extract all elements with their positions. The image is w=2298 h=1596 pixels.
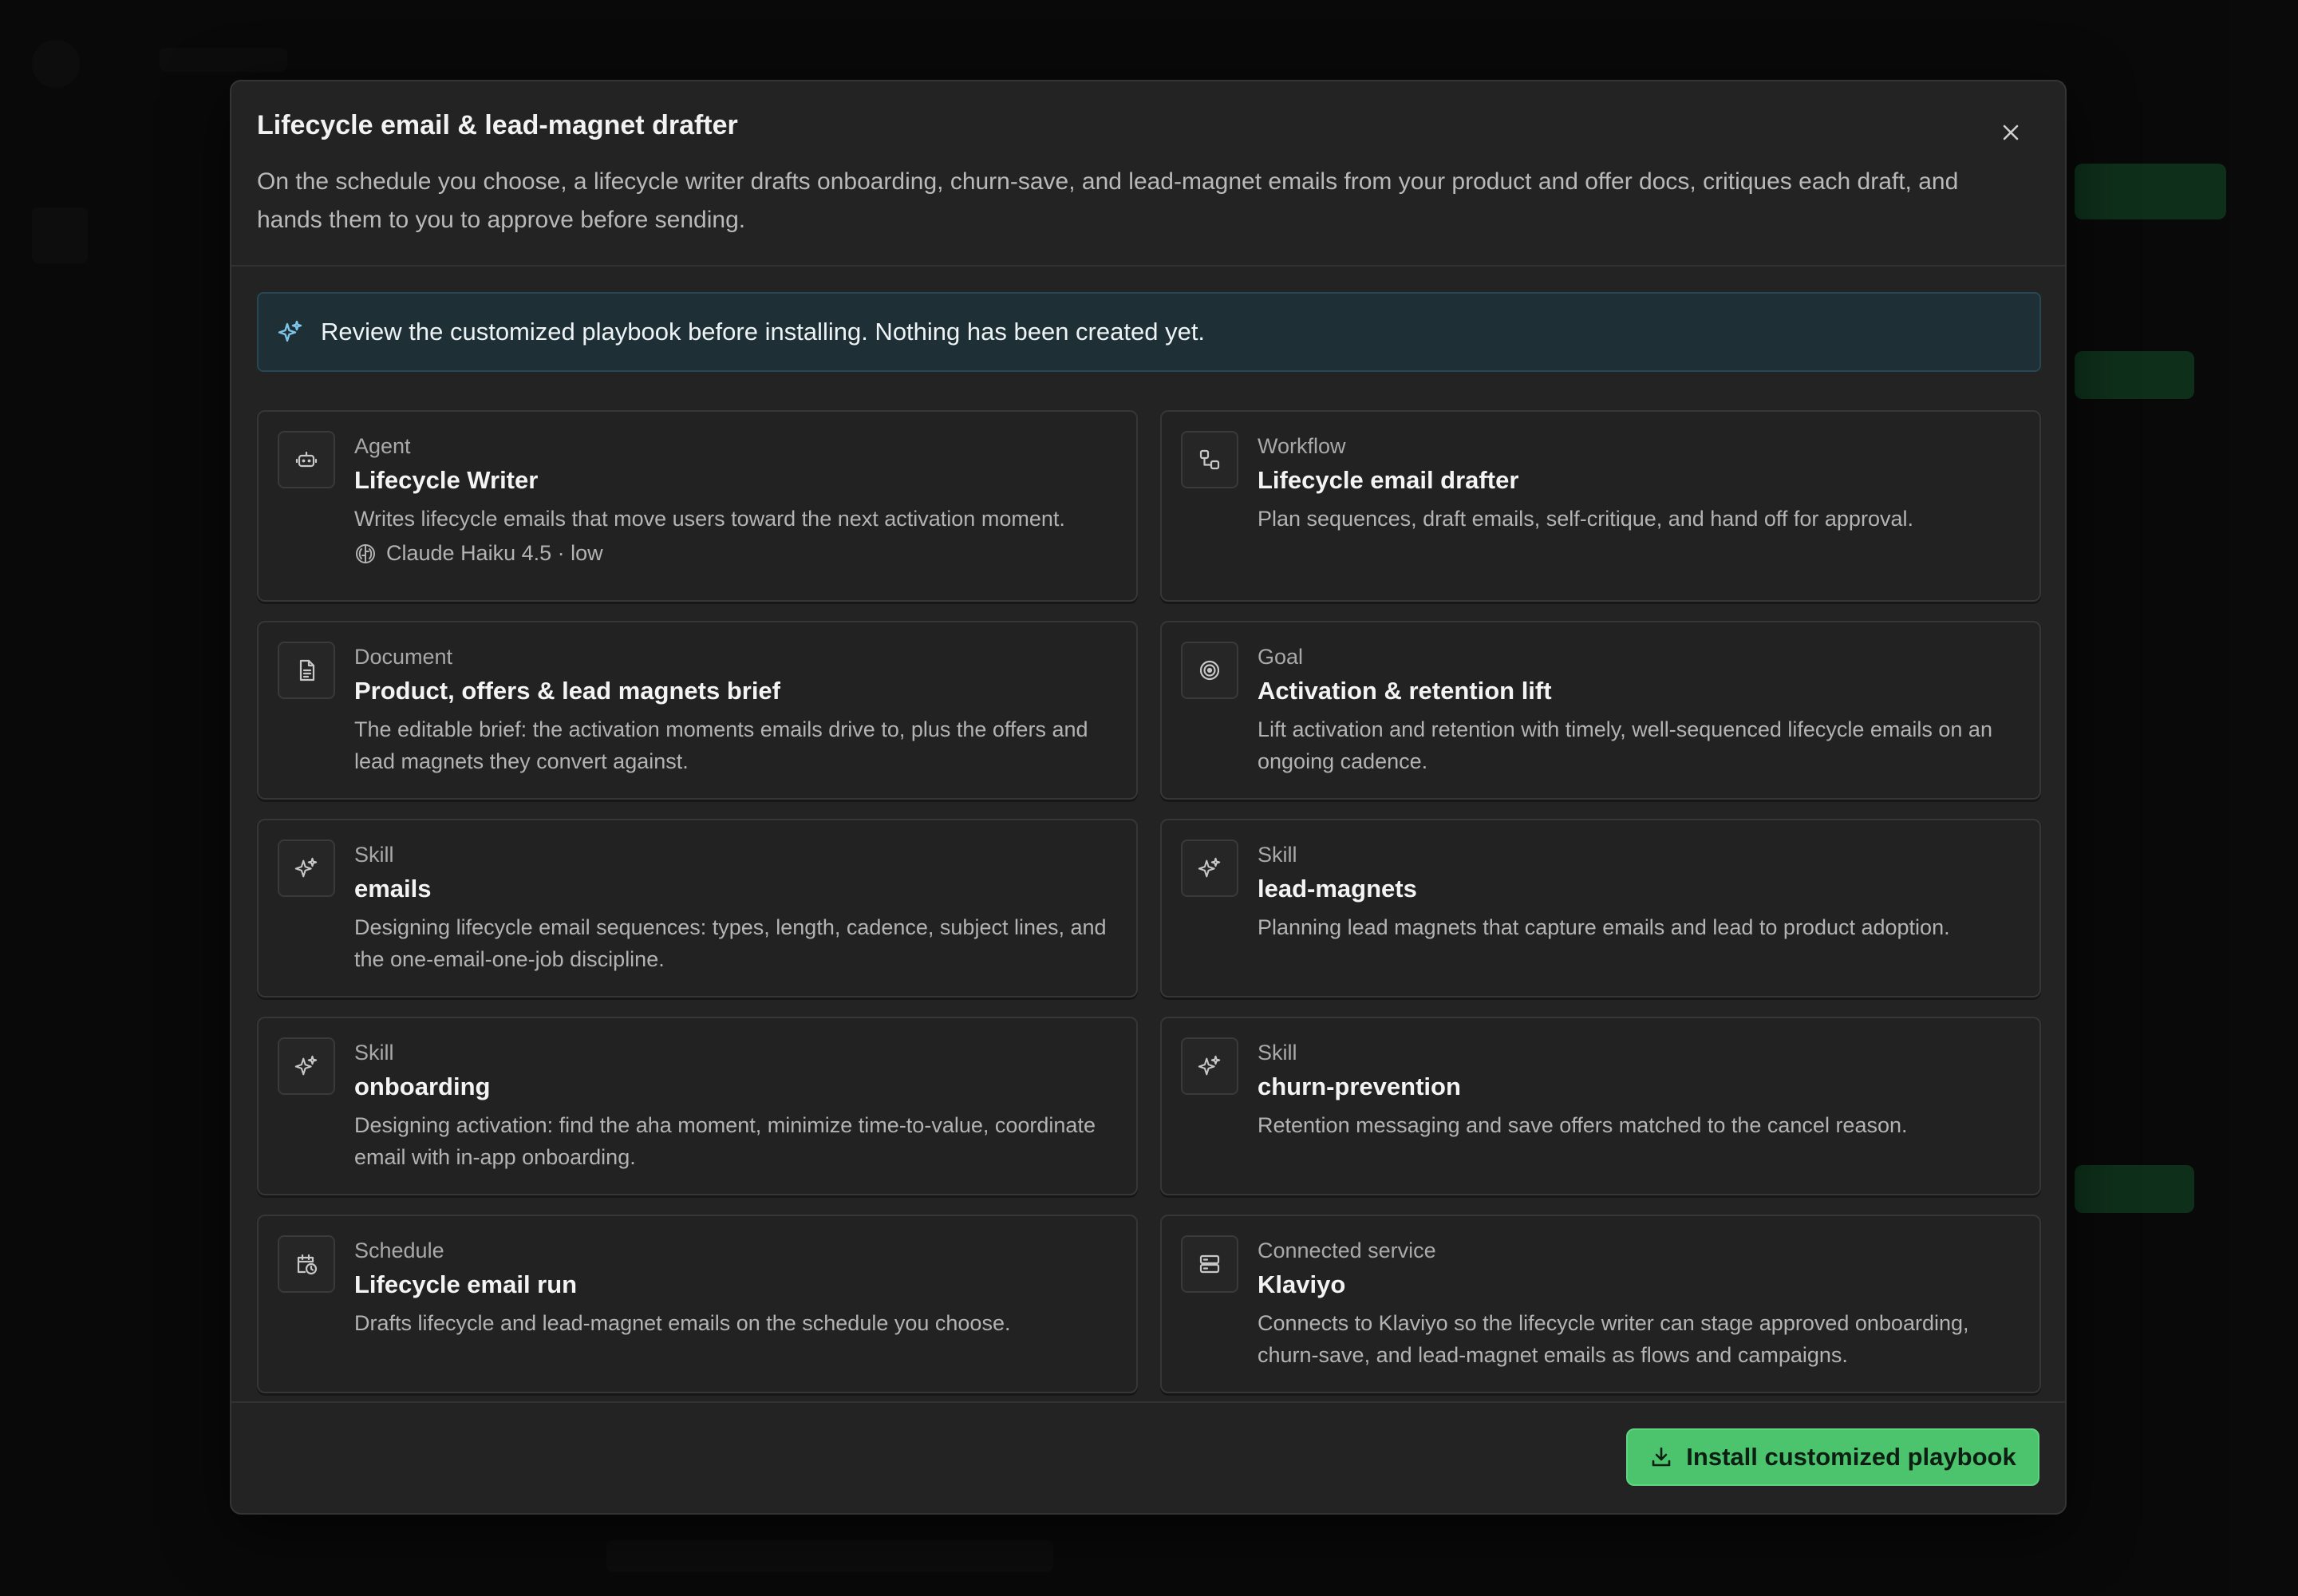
card-title: Lifecycle email run <box>354 1270 578 1298</box>
card-kind: Schedule <box>354 1238 444 1262</box>
calendar-clock-icon <box>278 1235 335 1293</box>
playbook-install-dialog: Lifecycle email & lead-magnet drafter On… <box>230 80 2067 1515</box>
model-tag: Claude Haiku 4.5 · low <box>354 541 603 566</box>
card-title: churn-prevention <box>1258 1073 1461 1100</box>
sparkle-icon <box>278 839 335 897</box>
card-kind: Goal <box>1258 645 1304 669</box>
card-kind: Skill <box>354 1041 394 1065</box>
banner-text: Review the customized playbook before in… <box>321 318 1206 346</box>
card-kind: Skill <box>1258 1041 1297 1065</box>
card-agent-lifecycle-writer[interactable]: Agent Lifecycle Writer Writes lifecycle … <box>257 410 1138 602</box>
card-skill-churn-prevention[interactable]: Skill churn-prevention Retention messagi… <box>1160 1017 2041 1195</box>
install-button-label: Install customized playbook <box>1686 1443 2016 1471</box>
card-description: Connects to Klaviyo so the lifecycle wri… <box>1258 1311 1969 1367</box>
card-description: Plan sequences, draft emails, self-criti… <box>1258 507 1913 531</box>
card-title: emails <box>354 875 432 903</box>
card-kind: Skill <box>1258 843 1297 867</box>
workflow-icon <box>1181 431 1238 488</box>
card-title: Lifecycle Writer <box>354 466 539 494</box>
dialog-description: On the schedule you choose, a lifecycle … <box>257 168 1959 233</box>
card-workflow-lifecycle-email-drafter[interactable]: Workflow Lifecycle email drafter Plan se… <box>1160 410 2041 602</box>
card-title: Klaviyo <box>1258 1270 1346 1298</box>
dialog-title: Lifecycle email & lead-magnet drafter <box>257 110 738 140</box>
card-kind: Workflow <box>1258 434 1346 458</box>
card-title: lead-magnets <box>1258 875 1417 903</box>
card-title: Product, offers & lead magnets brief <box>354 677 780 705</box>
download-icon <box>1652 1447 1671 1467</box>
card-description: Retention messaging and save offers matc… <box>1258 1113 1908 1137</box>
card-kind: Document <box>354 645 453 669</box>
card-description: Designing lifecycle email sequences: typ… <box>354 915 1107 971</box>
card-description: Lift activation and retention with timel… <box>1258 717 1992 773</box>
card-goal-activation-retention[interactable]: Goal Activation & retention lift Lift ac… <box>1160 621 2041 800</box>
card-skill-onboarding[interactable]: Skill onboarding Designing activation: f… <box>257 1017 1138 1195</box>
dialog-header: Lifecycle email & lead-magnet drafter On… <box>231 81 2065 267</box>
sparkle-icon <box>278 1037 335 1095</box>
card-description: Drafts lifecycle and lead-magnet emails … <box>354 1311 1011 1335</box>
card-kind: Agent <box>354 434 411 458</box>
close-button[interactable] <box>1992 113 2030 152</box>
card-title: onboarding <box>354 1073 491 1100</box>
card-skill-lead-magnets[interactable]: Skill lead-magnets Planning lead magnets… <box>1160 819 2041 998</box>
install-playbook-button[interactable]: Install customized playbook <box>1626 1428 2039 1486</box>
close-icon <box>2003 124 2019 140</box>
card-kind: Skill <box>354 843 394 867</box>
sparkle-icon <box>276 318 305 346</box>
card-schedule-lifecycle-email-run[interactable]: Schedule Lifecycle email run Drafts life… <box>257 1215 1138 1393</box>
document-icon <box>278 642 335 699</box>
card-connected-service-klaviyo[interactable]: Connected service Klaviyo Connects to Kl… <box>1160 1215 2041 1393</box>
card-description: The editable brief: the activation momen… <box>354 717 1088 773</box>
robot-icon <box>278 431 335 488</box>
card-description: Designing activation: find the aha momen… <box>354 1113 1096 1169</box>
review-banner: Review the customized playbook before in… <box>257 292 2041 372</box>
sparkle-icon <box>1181 839 1238 897</box>
card-description: Writes lifecycle emails that move users … <box>354 507 1065 531</box>
brain-icon <box>356 543 375 563</box>
card-document-brief[interactable]: Document Product, offers & lead magnets … <box>257 621 1138 800</box>
model-label: Claude Haiku 4.5 · low <box>386 541 603 565</box>
dialog-footer: Install customized playbook <box>231 1401 2065 1513</box>
card-title: Lifecycle email drafter <box>1258 466 1519 494</box>
card-description: Planning lead magnets that capture email… <box>1258 915 1950 939</box>
target-icon <box>1181 642 1238 699</box>
server-icon <box>1181 1235 1238 1293</box>
card-kind: Connected service <box>1258 1238 1436 1262</box>
card-title: Activation & retention lift <box>1258 677 1552 705</box>
card-skill-emails[interactable]: Skill emails Designing lifecycle email s… <box>257 819 1138 998</box>
sparkle-icon <box>1181 1037 1238 1095</box>
